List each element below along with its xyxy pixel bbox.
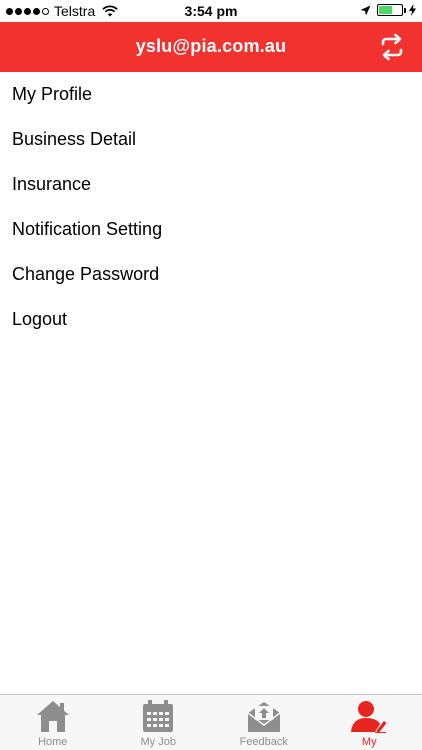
tab-my[interactable]: My <box>317 695 422 750</box>
status-bar: Telstra 3:54 pm <box>0 0 422 22</box>
tab-my-label: My <box>361 736 377 748</box>
clock: 3:54 pm <box>184 3 238 19</box>
menu-item-notification-setting[interactable]: Notification Setting <box>0 207 422 252</box>
tab-home[interactable]: Home <box>0 695 106 750</box>
charging-bolt-icon <box>409 4 416 16</box>
calendar-icon <box>143 700 174 732</box>
menu-item-logout[interactable]: Logout <box>0 297 422 342</box>
user-edit-icon <box>351 701 387 733</box>
tab-home-label: Home <box>38 736 68 748</box>
menu-item-change-password[interactable]: Change Password <box>0 252 422 297</box>
location-arrow-icon <box>360 5 371 15</box>
tab-bar: Home My Job Feedback My <box>0 694 422 750</box>
home-icon <box>36 701 69 732</box>
refresh-icon[interactable] <box>378 33 406 61</box>
status-right <box>360 4 416 16</box>
tab-my-job[interactable]: My Job <box>106 695 212 750</box>
tab-feedback[interactable]: Feedback <box>211 695 317 750</box>
menu-item-my-profile[interactable]: My Profile <box>0 72 422 117</box>
tab-my-job-label: My Job <box>140 736 176 748</box>
menu-item-business-detail[interactable]: Business Detail <box>0 117 422 162</box>
page-title: yslu@pia.com.au <box>135 36 287 56</box>
nav-header: yslu@pia.com.au <box>0 22 422 72</box>
envelope-upload-icon <box>247 702 281 732</box>
battery-icon <box>377 4 406 16</box>
tab-feedback-label: Feedback <box>239 736 288 748</box>
settings-menu: My Profile Business Detail Insurance Not… <box>0 72 422 342</box>
menu-item-insurance[interactable]: Insurance <box>0 162 422 207</box>
